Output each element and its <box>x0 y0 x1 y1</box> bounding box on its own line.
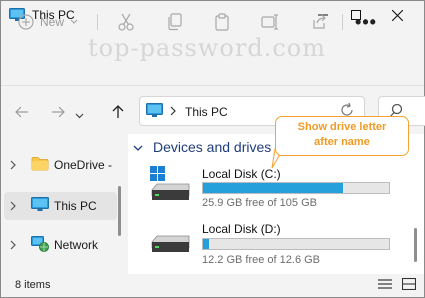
separator <box>342 14 343 30</box>
sidebar-scrollbar[interactable] <box>118 186 121 236</box>
share-button[interactable] <box>305 9 333 35</box>
address-path[interactable]: This PC <box>185 105 228 119</box>
drive-free-space: 12.2 GB free of 12.6 GB <box>202 254 321 266</box>
plus-circle-icon <box>18 14 34 30</box>
folder-icon <box>31 157 49 171</box>
callout-text: Show drive letter after name <box>276 120 408 150</box>
pc-icon <box>31 197 49 211</box>
drive-usage-fill <box>203 239 209 249</box>
more-options-button[interactable]: ••• <box>352 10 380 34</box>
sidebar-item-label: OneDrive - <box>54 158 113 172</box>
drive-usage-bar <box>202 182 390 194</box>
close-button[interactable] <box>377 0 417 30</box>
chevron-right-icon <box>10 201 16 211</box>
chevron-right-icon <box>10 160 16 170</box>
status-bar <box>1 274 424 297</box>
sidebar-item-label: This PC <box>54 199 97 213</box>
details-view-button[interactable] <box>378 278 392 293</box>
chevron-right-icon[interactable] <box>170 105 176 119</box>
system-drive-icon[interactable] <box>149 166 191 205</box>
arrow-left-icon <box>15 106 28 118</box>
item-count: 8 items <box>15 279 51 291</box>
rename-button[interactable] <box>256 9 284 35</box>
details-view-icon <box>378 279 392 289</box>
paste-icon <box>215 13 229 31</box>
chevron-right-icon <box>10 240 16 250</box>
sidebar-item-onedrive[interactable]: OneDrive - <box>4 151 117 179</box>
rename-icon <box>261 14 278 30</box>
history-dropdown-button[interactable] <box>75 108 84 122</box>
share-icon <box>313 14 326 29</box>
new-label: New <box>40 15 65 29</box>
divider <box>1 85 424 86</box>
sidebar-item-network[interactable]: Network <box>4 231 117 259</box>
drive-name[interactable]: Local Disk (C:) <box>202 167 281 181</box>
tiles-view-icon <box>401 277 417 291</box>
separator <box>97 14 98 30</box>
up-button[interactable] <box>106 100 130 124</box>
forward-button[interactable] <box>46 100 70 124</box>
cut-icon <box>118 13 134 31</box>
drive-usage-bar <box>202 238 390 250</box>
close-icon <box>391 9 403 21</box>
sidebar-item-label: Network <box>54 238 99 252</box>
network-icon <box>31 236 49 252</box>
chevron-down-icon <box>70 19 78 24</box>
sidebar-item-this-pc[interactable]: This PC <box>4 192 117 220</box>
copy-icon <box>168 13 182 31</box>
back-button[interactable] <box>10 100 34 124</box>
drive-name[interactable]: Local Disk (D:) <box>202 222 281 236</box>
arrow-up-icon <box>112 105 124 118</box>
drive-icon[interactable] <box>149 232 191 261</box>
tiles-view-button[interactable] <box>401 277 417 293</box>
callout-line: after name <box>314 136 370 148</box>
content-scrollbar[interactable] <box>414 228 417 262</box>
cut-button[interactable] <box>112 9 140 35</box>
paste-button[interactable] <box>208 9 236 35</box>
callout-line: Show drive letter <box>297 121 387 133</box>
new-button[interactable]: New <box>18 10 88 34</box>
command-bar <box>1 36 424 80</box>
chevron-down-icon[interactable] <box>133 141 143 155</box>
chevron-down-icon <box>75 113 84 119</box>
copy-button[interactable] <box>161 9 189 35</box>
drive-usage-fill <box>203 183 344 193</box>
pc-icon <box>146 103 163 121</box>
arrow-right-icon <box>52 106 65 118</box>
group-header[interactable]: Devices and drives <box>153 139 271 155</box>
drive-free-space: 25.9 GB free of 105 GB <box>202 197 317 209</box>
